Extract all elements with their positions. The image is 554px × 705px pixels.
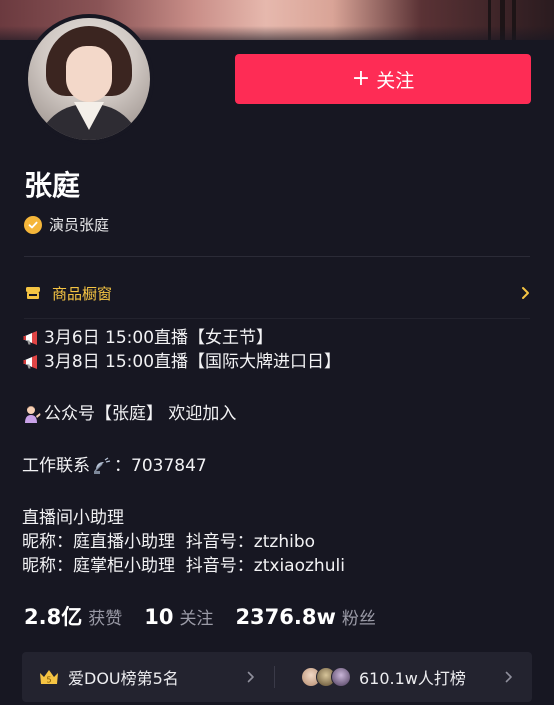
- divider: [274, 666, 275, 688]
- plus-icon: +: [351, 66, 371, 91]
- bio-line: 直播间小助理: [22, 506, 532, 530]
- likes-label: 获赞: [88, 609, 123, 629]
- rank-title: 爱DOU榜第5名: [68, 669, 179, 688]
- bio-text: 工作联系: [22, 456, 90, 476]
- bio-text: 3月6日 15:00直播【女王节】: [44, 328, 274, 348]
- rank-badge-number: 5: [46, 676, 51, 685]
- profile-page: + 关注 张庭 演员张庭 商品橱窗 3月6日 15:00直播【女王节】 3月8日…: [0, 0, 554, 705]
- verified-row: 演员张庭: [24, 214, 109, 235]
- avatar[interactable]: [24, 14, 154, 144]
- chevron-right-icon: [247, 671, 254, 683]
- likes-count: 2.8亿: [24, 605, 83, 629]
- bio: 3月6日 15:00直播【女王节】 3月8日 15:00直播【国际大牌进口日】 …: [22, 326, 532, 578]
- bio-line: 昵称：庭掌柜小助理 抖音号：ztxiaozhuli: [22, 554, 532, 578]
- bio-text: 昵称：庭掌柜小助理 抖音号：ztxiaozhuli: [22, 556, 345, 576]
- followers-label: 粉丝: [341, 609, 376, 629]
- follow-label: 关注: [376, 69, 415, 92]
- bio-text: 3月8日 15:00直播【国际大牌进口日】: [44, 352, 342, 372]
- bio-text: 昵称：庭直播小助理 抖音号：ztzhibo: [22, 532, 316, 552]
- bio-line: 公众号【张庭】 欢迎加入: [22, 402, 532, 426]
- bio-line: 3月8日 15:00直播【国际大牌进口日】: [22, 350, 532, 374]
- following-label: 关注: [179, 609, 214, 629]
- shop-icon: [26, 287, 40, 299]
- following-count: 10: [144, 605, 174, 629]
- verified-label: 演员张庭: [49, 216, 110, 234]
- megaphone-icon: [23, 331, 37, 345]
- shop-window-label: 商品橱窗: [52, 284, 113, 303]
- megaphone-icon: [23, 355, 37, 369]
- following-stat[interactable]: 10 关注: [144, 604, 213, 629]
- divider: [24, 256, 530, 257]
- bio-line: 3月6日 15:00直播【女王节】: [22, 326, 532, 350]
- person-tipping-hand-icon: [25, 406, 41, 423]
- supporters-link[interactable]: 610.1w人打榜: [287, 665, 532, 689]
- dou-rank-link[interactable]: 5 爱DOU榜第5名: [22, 665, 274, 689]
- supporter-avatars: [301, 667, 351, 687]
- satellite-icon: [94, 457, 111, 474]
- bio-line: 昵称：庭直播小助理 抖音号：ztzhibo: [22, 530, 532, 554]
- follow-button[interactable]: + 关注: [235, 54, 531, 104]
- supporters-count: 610.1w人打榜: [359, 669, 466, 688]
- crown-badge-icon: 5: [40, 670, 58, 685]
- stats-row: 2.8亿 获赞 10 关注 2376.8w 粉丝: [24, 601, 398, 631]
- followers-stat[interactable]: 2376.8w 粉丝: [235, 604, 375, 629]
- likes-stat[interactable]: 2.8亿 获赞: [24, 601, 122, 631]
- bio-line: 工作联系 ：7037847: [22, 454, 532, 478]
- chevron-right-icon: [522, 287, 529, 299]
- divider: [24, 318, 530, 319]
- followers-count: 2376.8w: [235, 605, 336, 629]
- rank-bar: 5 爱DOU榜第5名 610.1w人打榜: [22, 652, 532, 702]
- bio-text: 直播间小助理: [22, 508, 124, 528]
- avatar: [331, 667, 351, 687]
- profile-name: 张庭: [24, 169, 81, 202]
- shop-window-link[interactable]: 商品橱窗: [24, 278, 532, 308]
- verified-check-icon: [24, 215, 42, 234]
- bio-text: ：7037847: [114, 456, 207, 476]
- bio-text: 公众号【张庭】 欢迎加入: [44, 404, 237, 424]
- chevron-right-icon: [505, 671, 512, 683]
